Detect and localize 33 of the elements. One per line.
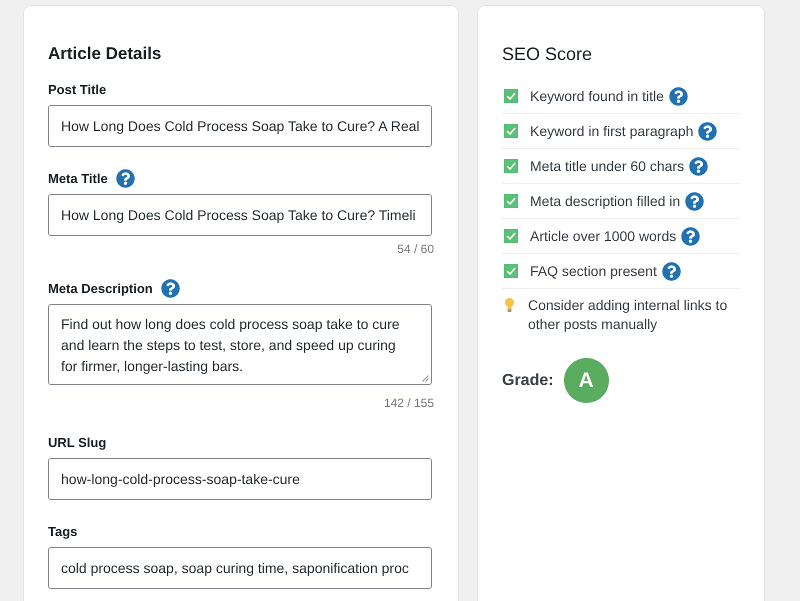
text-input-field[interactable]: how-long-cold-process-soap-take-cure (48, 458, 432, 500)
help-icon[interactable] (685, 192, 704, 210)
help-icon[interactable] (689, 156, 708, 176)
help-icon[interactable] (116, 168, 135, 188)
check-label: Keyword in first paragraph (530, 123, 694, 139)
character-counter: 142 / 155 (382, 395, 434, 411)
section-title: SEO Score (502, 43, 594, 65)
resize-handle-icon[interactable] (422, 375, 429, 382)
grade-badge: A (564, 358, 609, 403)
lightbulb-icon (505, 298, 514, 312)
section-title: Article Details (48, 43, 162, 65)
field-label: URL Slug (48, 434, 106, 450)
grade-label: Grade: (502, 372, 554, 390)
check-label: Meta title under 60 chars (530, 158, 684, 174)
textarea-field[interactable]: Find out how long does cold process soap take to cure and learn the steps to test, store, and speed up curing for firmer, longer-lasting bars. (48, 304, 432, 385)
help-icon[interactable] (160, 278, 180, 298)
character-counter: 54 / 60 (396, 241, 434, 257)
text-input-field[interactable]: cold process soap, soap curing time, saponification proc (48, 547, 432, 589)
help-icon[interactable] (681, 226, 700, 246)
check-label: Meta description filled in (530, 193, 680, 209)
help-icon[interactable] (668, 86, 688, 106)
help-icon[interactable] (698, 122, 718, 140)
text-input-field[interactable]: How Long Does Cold Process Soap Take to Cure? A Real (48, 105, 432, 147)
field-label: Tags (48, 524, 78, 538)
field-label: Post Title (48, 82, 106, 96)
tip-text: Consider adding internal links to other posts manually (528, 296, 728, 334)
text-input-field[interactable]: How Long Does Cold Process Soap Take to Cure? Timeli (48, 194, 432, 236)
field-label: Meta Description (48, 280, 153, 296)
check-label: Article over 1000 words (530, 228, 676, 244)
check-label: FAQ section present (530, 263, 657, 279)
check-label: Keyword found in title (530, 88, 664, 104)
field-label: Meta Title (48, 170, 108, 186)
help-icon[interactable] (662, 262, 681, 280)
